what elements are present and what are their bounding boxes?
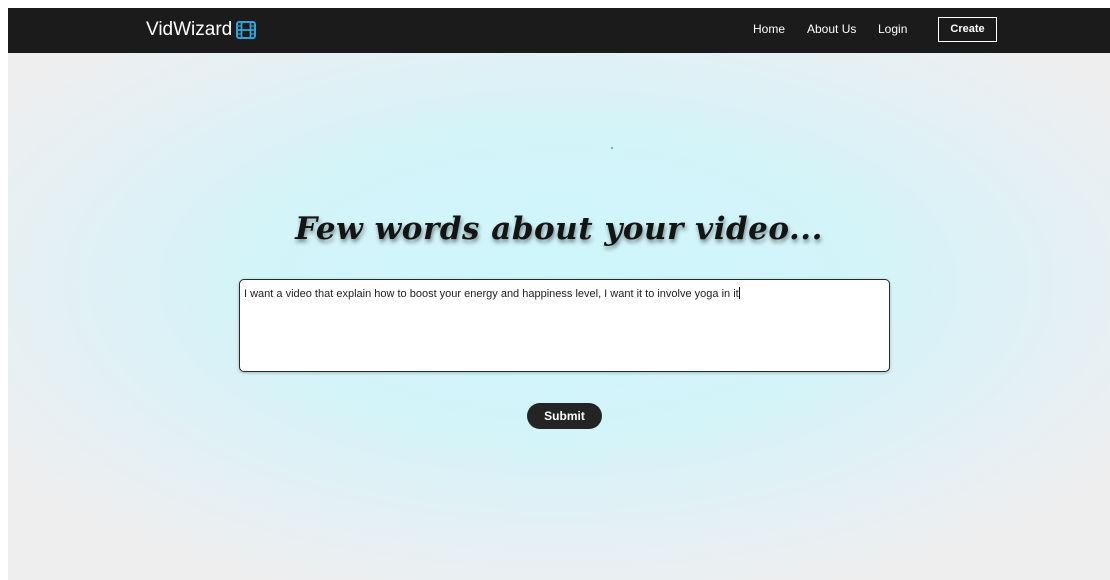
page: VidWizard Home About Us Login Create Few… [8,8,1110,580]
nav-link-login[interactable]: Login [878,22,907,36]
create-button[interactable]: Create [938,17,997,42]
video-description-text: I want a video that explain how to boost… [244,288,739,300]
nav-link-about-us[interactable]: About Us [807,22,856,36]
navbar: VidWizard Home About Us Login Create [8,8,1110,53]
submit-button[interactable]: Submit [527,403,602,429]
page-title: Few words about your video... [295,211,823,247]
decorative-dot [611,147,613,149]
video-description-input[interactable]: I want a video that explain how to boost… [239,279,890,372]
nav-link-home[interactable]: Home [753,22,785,36]
text-caret [738,287,740,299]
